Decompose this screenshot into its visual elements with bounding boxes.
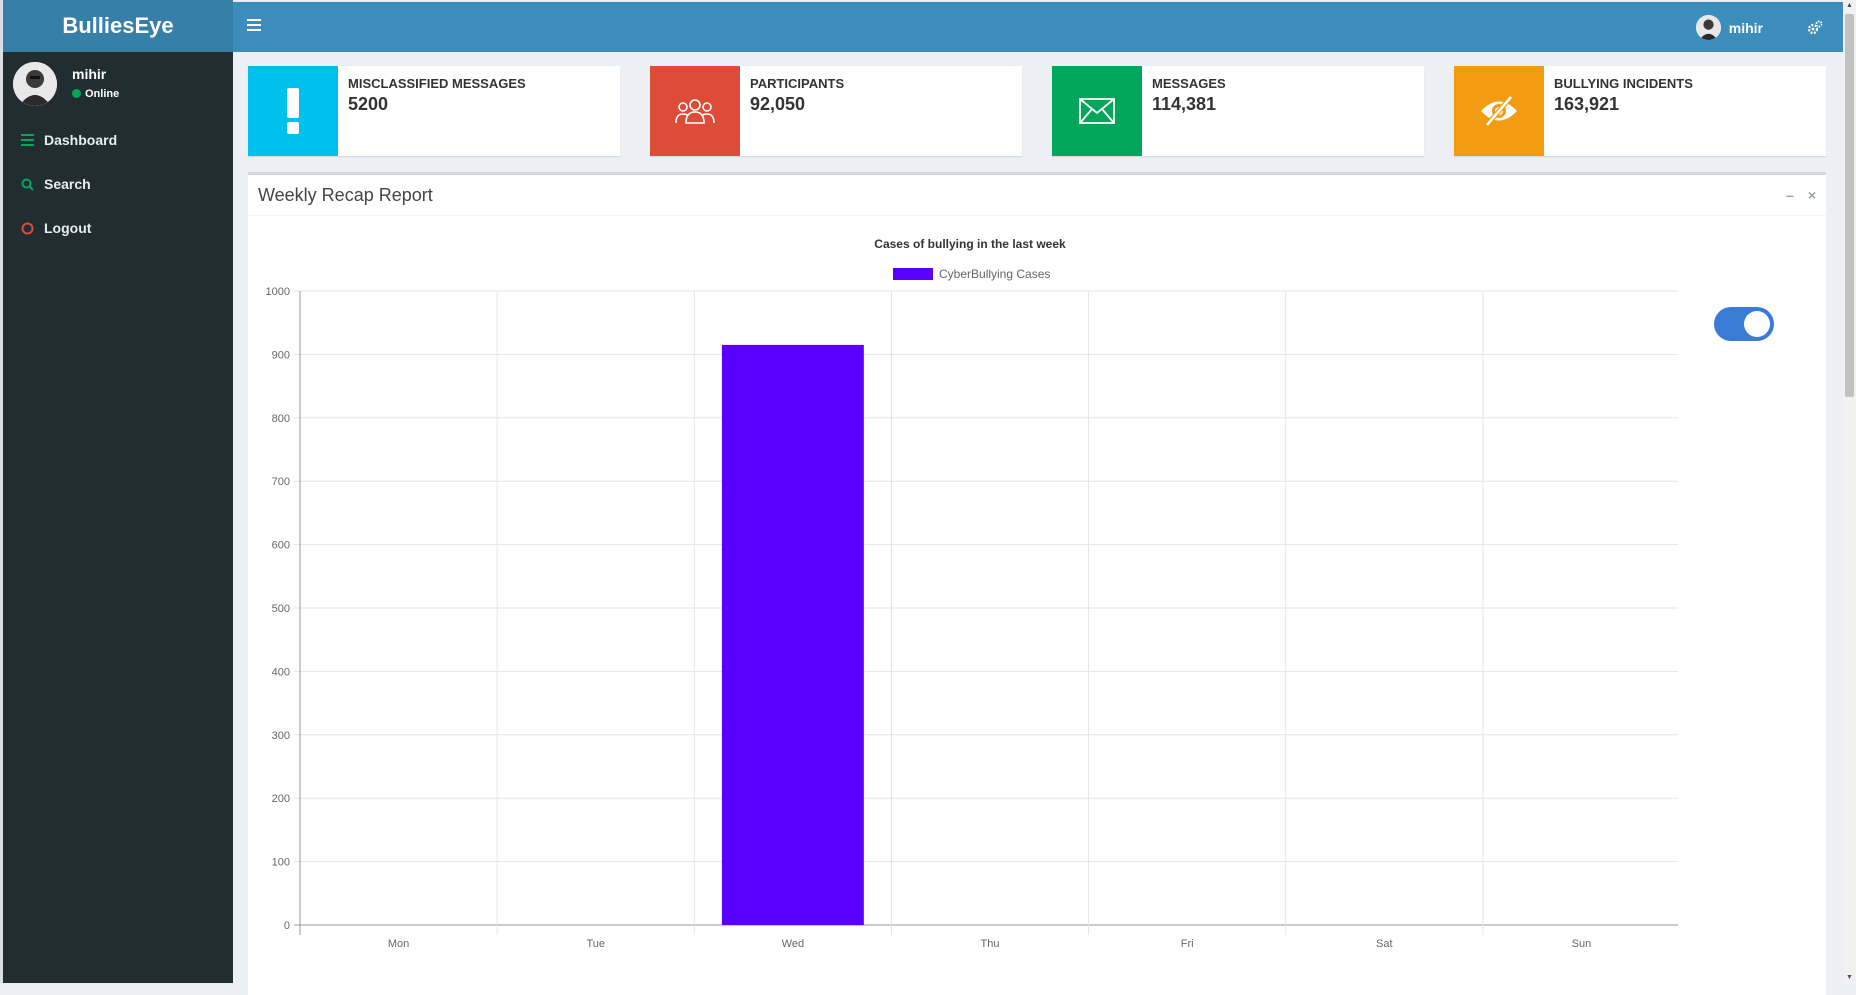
sidebar-item-label: Search (44, 176, 91, 192)
user-avatar-small (1695, 15, 1721, 40)
gears-icon[interactable] (1807, 20, 1823, 36)
bullying-bar-chart: Cases of bullying in the last week Cyber… (266, 237, 1678, 950)
chart-bars (721, 344, 864, 925)
stat-box-bullying: BULLYING INCIDENTS 163,921 (1454, 66, 1826, 156)
minimize-icon[interactable]: – (1786, 187, 1794, 203)
exclamation-icon (287, 88, 299, 134)
user-menu[interactable]: mihir (1695, 15, 1763, 40)
sidebar-toggle-icon[interactable] (247, 19, 261, 33)
close-icon[interactable]: × (1808, 187, 1816, 203)
y-tick-label: 200 (272, 793, 290, 805)
user-status: Online (72, 88, 119, 100)
online-dot-icon (72, 89, 81, 98)
box-title: Weekly Recap Report (258, 185, 433, 205)
bars-icon (20, 133, 34, 147)
sidebar: BulliesEye mihir Online Dashboard Search… (3, 0, 233, 983)
eye-slash-icon (1481, 95, 1517, 127)
y-tick-label: 500 (272, 603, 290, 615)
y-tick-label: 700 (272, 476, 290, 488)
chart-toggle-switch[interactable] (1714, 307, 1774, 341)
chart-legend: CyberBullying Cases (893, 267, 1050, 281)
user-panel: mihir Online (3, 52, 233, 116)
user-name: mihir (72, 66, 107, 82)
top-navbar: mihir (233, 2, 1843, 52)
sidebar-menu: Dashboard Search Logout (3, 118, 233, 250)
users-icon (675, 99, 715, 124)
sidebar-item-label: Logout (44, 220, 92, 236)
scroll-down-icon[interactable]: ▼ (1846, 974, 1853, 981)
stat-label: MISCLASSIFIED MESSAGES (348, 76, 526, 91)
weekly-report-box: Weekly Recap Report – × Cases of bullyin… (248, 172, 1826, 995)
stat-icon-bg (1052, 66, 1142, 156)
stat-label: PARTICIPANTS (750, 76, 845, 91)
x-axis: Mon Tue Wed Thu Fri Sat Sun (388, 938, 1591, 950)
y-tick-label: 400 (272, 666, 290, 678)
y-axis: 0 100 200 300 400 500 600 700 800 900 1000 (266, 286, 290, 932)
stat-label: BULLYING INCIDENTS (1554, 76, 1693, 91)
x-tick-label: Thu (981, 938, 1000, 950)
stat-value: 92,050 (750, 94, 806, 114)
stat-icon-bg (1454, 66, 1544, 156)
x-tick-label: Mon (388, 938, 409, 950)
user-avatar (13, 62, 57, 106)
app-logo[interactable]: BulliesEye (3, 0, 233, 52)
x-tick-label: Wed (782, 938, 804, 950)
box-tools: – × (1786, 187, 1816, 203)
y-tick-label: 100 (272, 857, 290, 869)
y-tick-label: 900 (272, 349, 290, 361)
stat-icon-bg (248, 66, 338, 156)
stat-box-messages: MESSAGES 114,381 (1052, 66, 1424, 156)
circle-icon (20, 221, 34, 235)
y-tick-label: 1000 (266, 286, 290, 298)
envelope-icon (1079, 98, 1115, 124)
sidebar-item-logout[interactable]: Logout (3, 206, 233, 250)
status-label: Online (85, 88, 120, 100)
sidebar-item-search[interactable]: Search (3, 162, 233, 206)
scroll-up-icon[interactable]: ▲ (1846, 2, 1853, 9)
scrollbar-thumb[interactable] (1845, 14, 1854, 397)
page-scrollbar[interactable]: ▲ ▼ (1843, 0, 1856, 983)
y-tick-label: 800 (272, 413, 290, 425)
x-tick-label: Tue (586, 938, 605, 950)
top-user-name: mihir (1728, 19, 1763, 36)
bar-wed (721, 344, 864, 925)
sidebar-item-dashboard[interactable]: Dashboard (3, 118, 233, 162)
sidebar-item-label: Dashboard (44, 132, 118, 148)
stat-value: 163,921 (1554, 94, 1620, 114)
y-tick-label: 300 (272, 730, 290, 742)
y-tick-label: 600 (272, 540, 290, 552)
chart-grid (294, 290, 1678, 935)
x-tick-label: Fri (1181, 938, 1194, 950)
legend-swatch (893, 268, 933, 280)
stat-value: 5200 (348, 94, 389, 114)
search-icon (20, 177, 34, 191)
chart-title: Cases of bullying in the last week (874, 237, 1066, 251)
stat-label: MESSAGES (1152, 76, 1226, 91)
stat-icon-bg (650, 66, 740, 156)
x-tick-label: Sun (1572, 938, 1592, 950)
legend-label: CyberBullying Cases (939, 267, 1050, 281)
stat-box-participants: PARTICIPANTS 92,050 (650, 66, 1022, 156)
y-tick-label: 0 (284, 920, 290, 932)
stat-box-misclassified: MISCLASSIFIED MESSAGES 5200 (248, 66, 620, 156)
toggle-knob (1744, 311, 1770, 337)
x-tick-label: Sat (1376, 938, 1393, 950)
box-header: Weekly Recap Report – × (248, 175, 1826, 216)
stat-value: 114,381 (1152, 94, 1217, 114)
